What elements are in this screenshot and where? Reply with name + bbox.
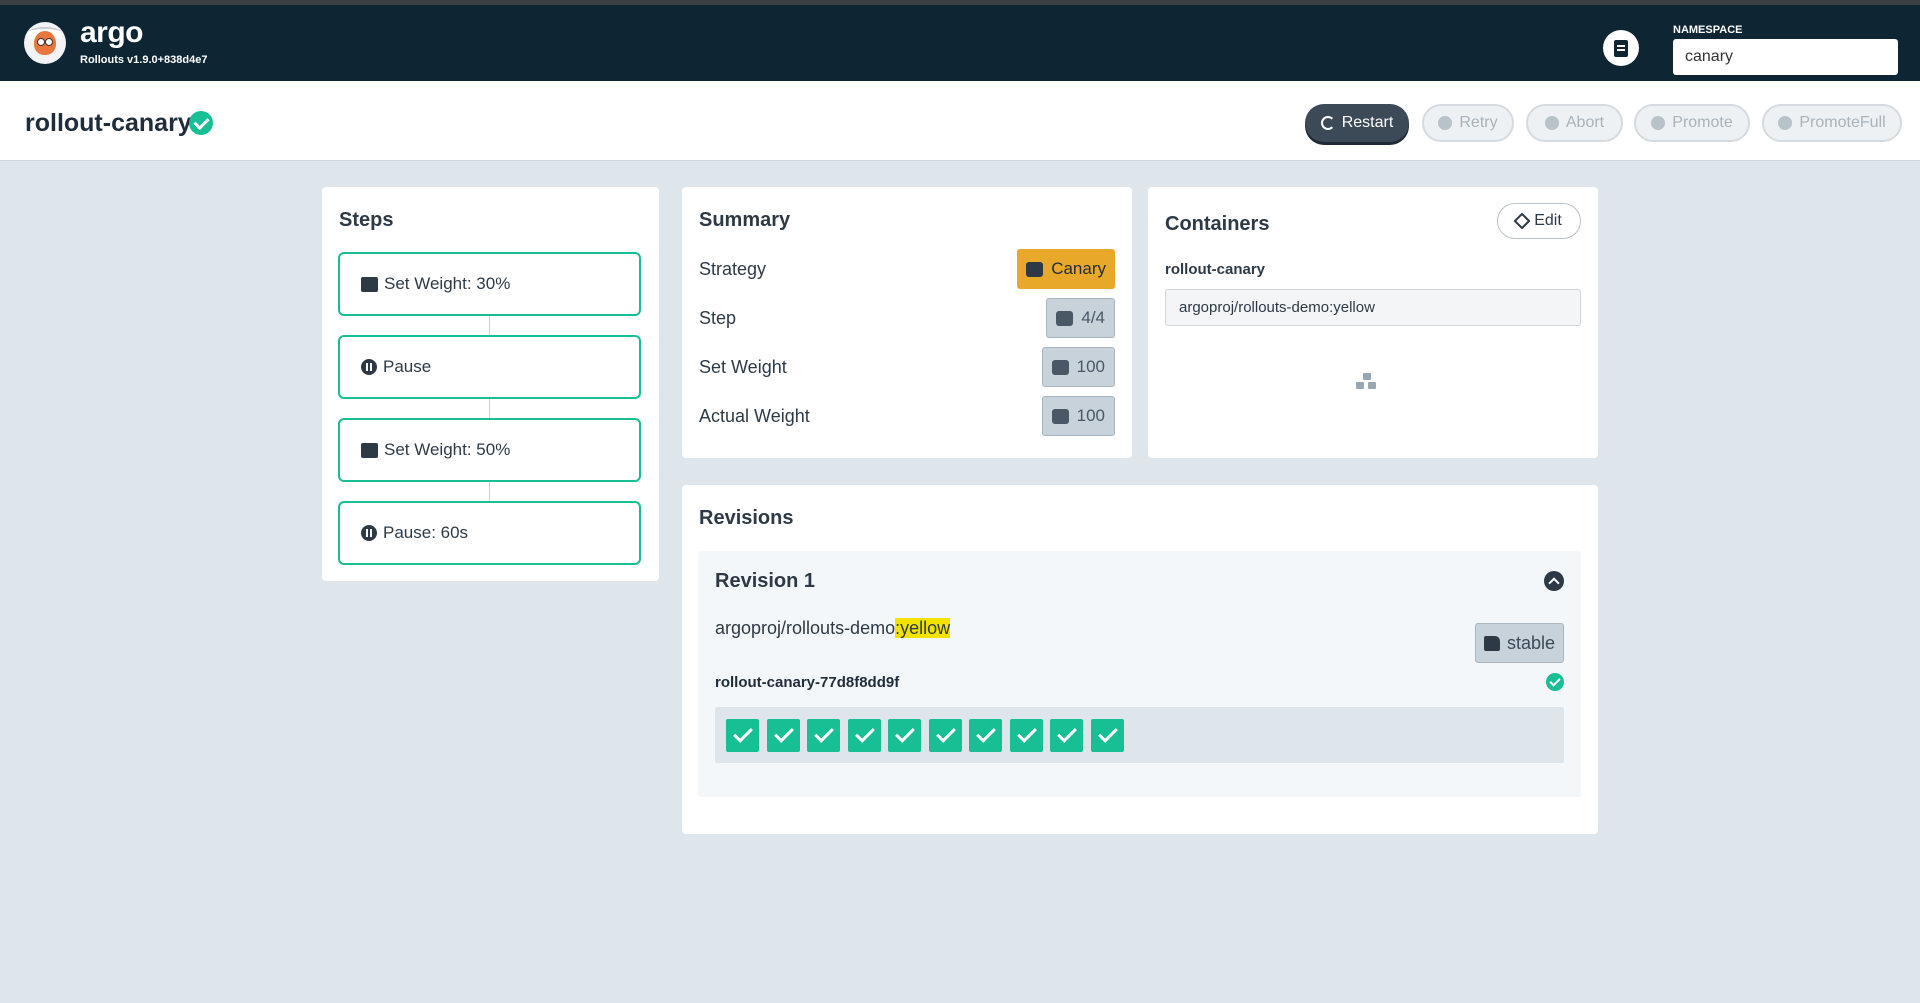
containers-card: Containers Edit rollout-canary argoproj/… (1148, 187, 1598, 458)
promote-button[interactable]: Promote (1634, 104, 1750, 142)
pod-status-icon[interactable] (1090, 719, 1124, 752)
step-item[interactable]: Pause (338, 335, 641, 399)
strategy-badge: Canary (1017, 249, 1115, 289)
stable-label: stable (1506, 632, 1556, 653)
set-weight-badge: 100 (1041, 347, 1115, 387)
revision-title: Revision 1 (715, 570, 816, 592)
step-label: Set Weight: 30% (384, 274, 511, 293)
pod-status-icon[interactable] (847, 719, 881, 752)
pencil-icon (1513, 212, 1531, 230)
retry-button[interactable]: Retry (1422, 104, 1514, 142)
strategy-label: Strategy (699, 259, 767, 279)
step-badge: 4/4 (1046, 298, 1115, 338)
promote-full-label: PromoteFull (1799, 114, 1886, 131)
pod-status-icon[interactable] (969, 719, 1002, 752)
step-value: 4/4 (1081, 308, 1105, 327)
promote-full-button[interactable]: PromoteFull (1762, 104, 1902, 142)
revision-image: argoproj/rollouts-demo:yellow (715, 618, 951, 639)
revision-image-name: argoproj/rollouts-demo (715, 618, 896, 638)
pods-bar (715, 707, 1564, 763)
shoe-prints-icon (1056, 310, 1074, 326)
step-connector (489, 316, 490, 335)
sync-icon (1320, 116, 1335, 130)
rollout-header: rollout-canary Restart Retry Abort Promo… (0, 81, 1920, 161)
revision-image-tag: :yellow (895, 618, 951, 638)
check-circle-icon (189, 111, 213, 135)
pod-status-icon[interactable] (1009, 719, 1043, 752)
strategy-value: Canary (1051, 259, 1106, 278)
namespace-input[interactable] (1673, 39, 1898, 75)
set-weight-label: Set Weight (699, 357, 787, 377)
step-label: Pause (383, 357, 432, 376)
containers-title: Containers (1165, 213, 1270, 235)
rollout-title: rollout-canary (25, 109, 192, 137)
actual-weight-value: 100 (1076, 406, 1105, 425)
step-connector (489, 482, 490, 501)
pause-icon (361, 525, 377, 541)
pause-icon (361, 359, 377, 375)
promote-label: Promote (1672, 114, 1733, 131)
restart-label: Restart (1341, 114, 1394, 131)
step-item[interactable]: Set Weight: 30% (338, 252, 641, 316)
balance-scale-icon (1051, 359, 1069, 375)
weight-icon (361, 442, 378, 458)
chevron-circle-up-icon[interactable] (1544, 571, 1564, 591)
steps-card: Steps Set Weight: 30% Pause Set Weight: … (322, 187, 659, 581)
docs-button[interactable] (1603, 30, 1639, 66)
container-name: rollout-canary (1165, 261, 1266, 278)
pod-status-icon[interactable] (888, 719, 921, 752)
namespace-label: NAMESPACE (1673, 24, 1743, 36)
pod-status-icon[interactable] (1050, 719, 1083, 752)
pod-status-icon[interactable] (766, 719, 800, 752)
stable-badge: stable (1475, 623, 1564, 663)
argo-logo-icon[interactable] (24, 22, 66, 64)
edit-button[interactable]: Edit (1497, 203, 1581, 239)
container-image-field[interactable]: argoproj/rollouts-demo:yellow (1165, 289, 1581, 326)
step-label: Step (699, 308, 737, 328)
summary-title: Summary (699, 209, 791, 231)
check-circle-icon (1546, 673, 1564, 691)
top-bar: argo Rollouts v1.9.0+838d4e7 NAMESPACE (0, 5, 1920, 81)
step-label: Set Weight: 50% (384, 440, 511, 459)
actual-weight-badge: 100 (1041, 396, 1115, 436)
revisions-card: Revisions Revision 1 argoproj/rollouts-d… (682, 485, 1598, 834)
redo-icon (1438, 116, 1453, 130)
steps-title: Steps (339, 209, 394, 231)
brand-name: argo (80, 16, 144, 49)
step-connector (489, 399, 490, 418)
weight-icon (361, 276, 378, 292)
book-icon (1614, 39, 1628, 57)
restart-button[interactable]: Restart (1305, 104, 1409, 142)
arrow-circle-up-icon (1778, 116, 1793, 130)
retry-label: Retry (1459, 114, 1498, 131)
summary-card: Summary Strategy Canary Step 4/4 Set Wei… (682, 187, 1132, 458)
edit-label: Edit (1534, 212, 1562, 229)
replicaset-name: rollout-canary-77d8f8dd9f (715, 674, 900, 691)
abort-button[interactable]: Abort (1526, 104, 1623, 142)
thumbs-up-icon (1483, 635, 1500, 651)
chevron-circle-up-icon (1651, 116, 1666, 130)
step-label: Pause: 60s (383, 523, 469, 542)
pod-status-icon[interactable] (807, 719, 840, 752)
actual-weight-label: Actual Weight (699, 406, 810, 426)
set-weight-value: 100 (1076, 357, 1105, 376)
boxes-icon (1356, 373, 1378, 391)
balance-scale-icon (1051, 408, 1069, 424)
abort-label: Abort (1565, 114, 1605, 131)
exclamation-circle-icon (1544, 116, 1559, 130)
revision-panel: Revision 1 argoproj/rollouts-demo:yellow… (698, 551, 1581, 797)
step-item[interactable]: Set Weight: 50% (338, 418, 641, 482)
version-label: Rollouts v1.9.0+838d4e7 (80, 54, 208, 66)
pod-status-icon[interactable] (726, 719, 759, 752)
step-item[interactable]: Pause: 60s (338, 501, 641, 565)
revisions-title: Revisions (699, 507, 794, 529)
bird-icon (1026, 261, 1044, 277)
pod-status-icon[interactable] (928, 719, 962, 752)
